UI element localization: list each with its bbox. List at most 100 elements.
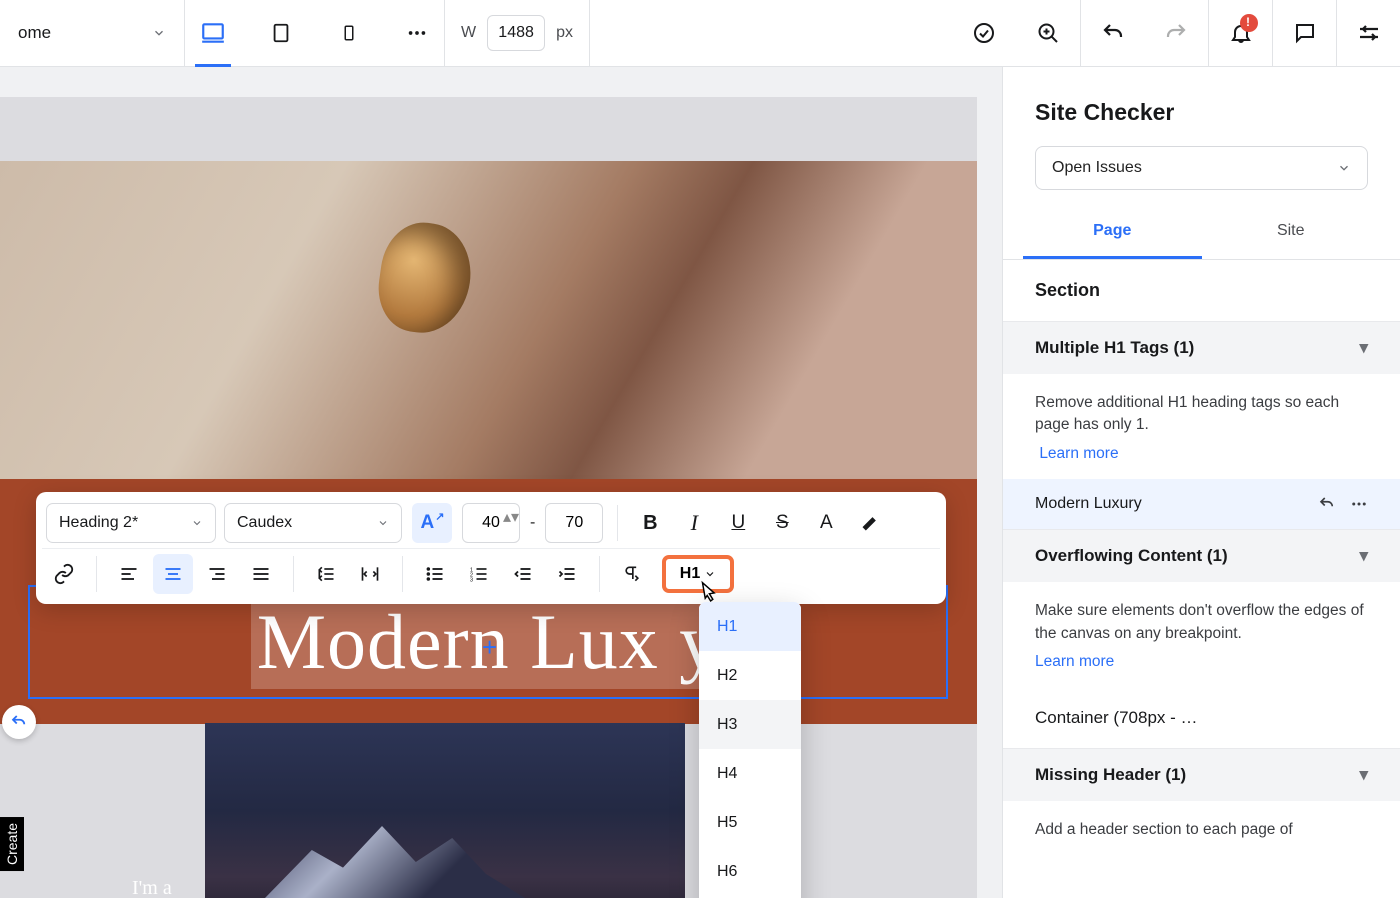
create-tab[interactable]: Create: [0, 817, 24, 871]
bullet-list-button[interactable]: [415, 554, 455, 594]
learn-more-link[interactable]: Learn more: [1035, 651, 1114, 673]
redo-button[interactable]: [1144, 0, 1208, 67]
top-toolbar: ome W px: [0, 0, 1400, 67]
width-input[interactable]: [487, 15, 545, 51]
heading-tag-dropdown[interactable]: H1: [662, 555, 734, 593]
canvas-width-control: W px: [445, 0, 590, 67]
issue-text: Make sure elements don't overflow the ed…: [1035, 602, 1364, 641]
numbered-list-button[interactable]: 123: [459, 554, 499, 594]
heading-option-h5[interactable]: H5: [699, 798, 801, 847]
mountain-image: [205, 723, 685, 898]
page-name: ome: [18, 23, 51, 43]
italic-button[interactable]: I: [674, 503, 714, 543]
chevron-down-icon: [704, 568, 716, 580]
issue-title: Multiple H1 Tags (1): [1035, 338, 1194, 358]
more-devices-button[interactable]: [397, 13, 437, 53]
ima-text: I'm a: [132, 877, 172, 898]
check-icon[interactable]: [952, 0, 1016, 67]
canvas-area: Modern Lux y + Create I'm a Heading 2* C…: [0, 67, 1002, 898]
settings-sliders-button[interactable]: [1336, 0, 1400, 67]
issue-item-actions: [1318, 495, 1368, 513]
underline-button[interactable]: U: [718, 503, 758, 543]
heading-option-h6[interactable]: H6: [699, 847, 801, 896]
line-spacing-button[interactable]: [306, 554, 346, 594]
zoom-icon[interactable]: [1016, 0, 1080, 67]
issue-text: Remove additional H1 heading tags so eac…: [1035, 394, 1339, 433]
divider: [599, 556, 600, 592]
tablet-device-button[interactable]: [261, 13, 301, 53]
chevron-down-icon: [1337, 161, 1351, 175]
tab-page[interactable]: Page: [1023, 206, 1202, 259]
mobile-device-button[interactable]: [329, 13, 369, 53]
issue-header[interactable]: Missing Header (1) ▾: [1003, 748, 1400, 801]
strikethrough-button[interactable]: S: [762, 503, 802, 543]
line-height-value: 70: [565, 514, 583, 532]
heading-option-h4[interactable]: H4: [699, 749, 801, 798]
text-toolbar: Heading 2* Caudex A↗ 40 ▴▾ - 70 B I U S …: [36, 492, 946, 604]
caret-down-icon: ▾: [1359, 546, 1368, 566]
issue-body: Remove additional H1 heading tags so eac…: [1003, 374, 1400, 479]
top-right-tools: [952, 0, 1400, 67]
stepper-icon[interactable]: ▴▾: [503, 507, 517, 539]
panel-title: Site Checker: [1003, 67, 1400, 146]
range-dash: -: [530, 514, 535, 532]
comments-button[interactable]: [1272, 0, 1336, 67]
align-right-button[interactable]: [197, 554, 237, 594]
line-height-input[interactable]: 70: [545, 503, 603, 543]
font-size-input[interactable]: 40 ▴▾: [462, 503, 520, 543]
issue-item[interactable]: Modern Luxury: [1003, 479, 1400, 529]
text-style-dropdown[interactable]: Heading 2*: [46, 503, 216, 543]
issue-header[interactable]: Overflowing Content (1) ▾: [1003, 529, 1400, 582]
indent-button[interactable]: [547, 554, 587, 594]
checker-tabs: Page Site: [1003, 206, 1400, 260]
issue-item-name: Modern Luxury: [1035, 495, 1142, 513]
revert-icon[interactable]: [1318, 495, 1336, 513]
link-button[interactable]: [44, 554, 84, 594]
issue-item[interactable]: Container (708px - …: [1003, 688, 1400, 748]
caret-down-icon: ▾: [1359, 338, 1368, 358]
filter-value: Open Issues: [1052, 159, 1142, 177]
heading-option-h2[interactable]: H2: [699, 651, 801, 700]
align-center-button[interactable]: [153, 554, 193, 594]
issues-filter-dropdown[interactable]: Open Issues: [1035, 146, 1368, 190]
width-label: W: [461, 24, 476, 42]
more-icon[interactable]: [1350, 495, 1368, 513]
text-style-a-button[interactable]: A: [806, 503, 846, 543]
issue-body: Add a header section to each page of: [1003, 801, 1400, 855]
issue-body: Make sure elements don't overflow the ed…: [1003, 582, 1400, 687]
desktop-device-button[interactable]: [193, 13, 233, 53]
chevron-down-icon: [191, 517, 203, 529]
text-direction-button[interactable]: [612, 554, 652, 594]
text-style-value: Heading 2*: [59, 514, 138, 532]
alert-badge-icon: [1240, 14, 1258, 32]
notifications-button[interactable]: [1208, 0, 1272, 67]
chevron-down-icon: [377, 517, 389, 529]
learn-more-link[interactable]: Learn more: [1039, 443, 1118, 465]
floating-undo-button[interactable]: [2, 705, 36, 739]
highlight-button[interactable]: [850, 503, 890, 543]
text-color-button[interactable]: A↗: [412, 503, 452, 543]
section-heading: Section: [1003, 260, 1400, 321]
font-size-value: 40: [482, 514, 500, 532]
outdent-button[interactable]: [503, 554, 543, 594]
issue-title: Missing Header (1): [1035, 765, 1186, 785]
heading-option-h1[interactable]: H1: [699, 602, 801, 651]
bold-button[interactable]: B: [630, 503, 670, 543]
issue-text: Add a header section to each page of: [1035, 821, 1293, 838]
heading-option-h3[interactable]: H3: [699, 700, 801, 749]
caret-down-icon: ▾: [1359, 765, 1368, 785]
font-family-dropdown[interactable]: Caudex: [224, 503, 402, 543]
page-selector[interactable]: ome: [0, 0, 185, 67]
undo-button[interactable]: [1080, 0, 1144, 67]
earring-graphic: [373, 217, 477, 338]
hero-image: [0, 161, 977, 479]
divider: [402, 556, 403, 592]
divider: [293, 556, 294, 592]
heading-tag-menu: H1 H2 H3 H4 H5 H6 P: [699, 602, 801, 898]
tab-site[interactable]: Site: [1202, 206, 1381, 259]
issue-header[interactable]: Multiple H1 Tags (1) ▾: [1003, 321, 1400, 374]
issue-title: Overflowing Content (1): [1035, 546, 1228, 566]
align-justify-button[interactable]: [241, 554, 281, 594]
letter-spacing-button[interactable]: [350, 554, 390, 594]
align-left-button[interactable]: [109, 554, 149, 594]
